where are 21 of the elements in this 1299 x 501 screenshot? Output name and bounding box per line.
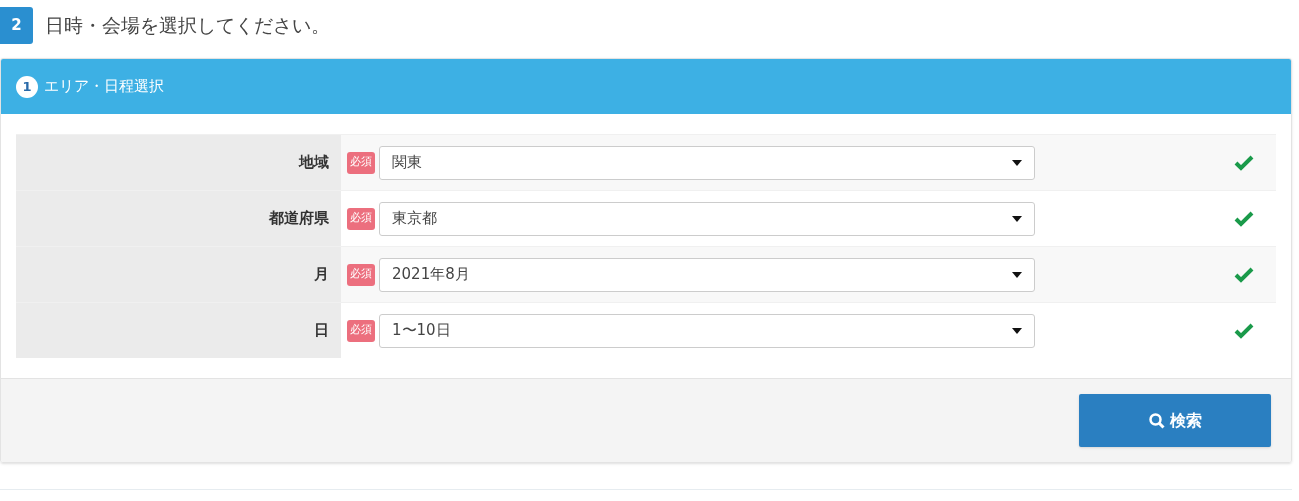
required-tag: 必須 xyxy=(347,151,375,174)
select-dropdown[interactable]: 関東 xyxy=(379,145,1035,180)
step-number-badge: 2 xyxy=(0,6,33,44)
caret-icon xyxy=(1012,215,1022,222)
field-label: 日 xyxy=(16,303,341,358)
search-button[interactable]: 検索 xyxy=(1079,394,1271,447)
field-label: 都道府県 xyxy=(16,191,341,246)
select-dropdown[interactable]: 東京都 xyxy=(379,201,1035,236)
caret-icon xyxy=(1012,159,1022,166)
field-label: 地域 xyxy=(16,135,341,190)
caret-icon xyxy=(1012,271,1022,278)
search-icon xyxy=(1148,412,1165,429)
required-tag: 必須 xyxy=(347,263,375,286)
required-tag: 必須 xyxy=(347,207,375,230)
select-dropdown[interactable]: 2021年8月 xyxy=(379,257,1035,292)
select-dropdown[interactable]: 1〜10日 xyxy=(379,313,1035,348)
caret-icon xyxy=(1012,327,1022,334)
field-label: 月 xyxy=(16,247,341,302)
panel-title: エリア・日程選択 xyxy=(44,76,164,98)
required-tag: 必須 xyxy=(347,319,375,342)
step-title: 日時・会場を選択してください。 xyxy=(45,12,330,38)
